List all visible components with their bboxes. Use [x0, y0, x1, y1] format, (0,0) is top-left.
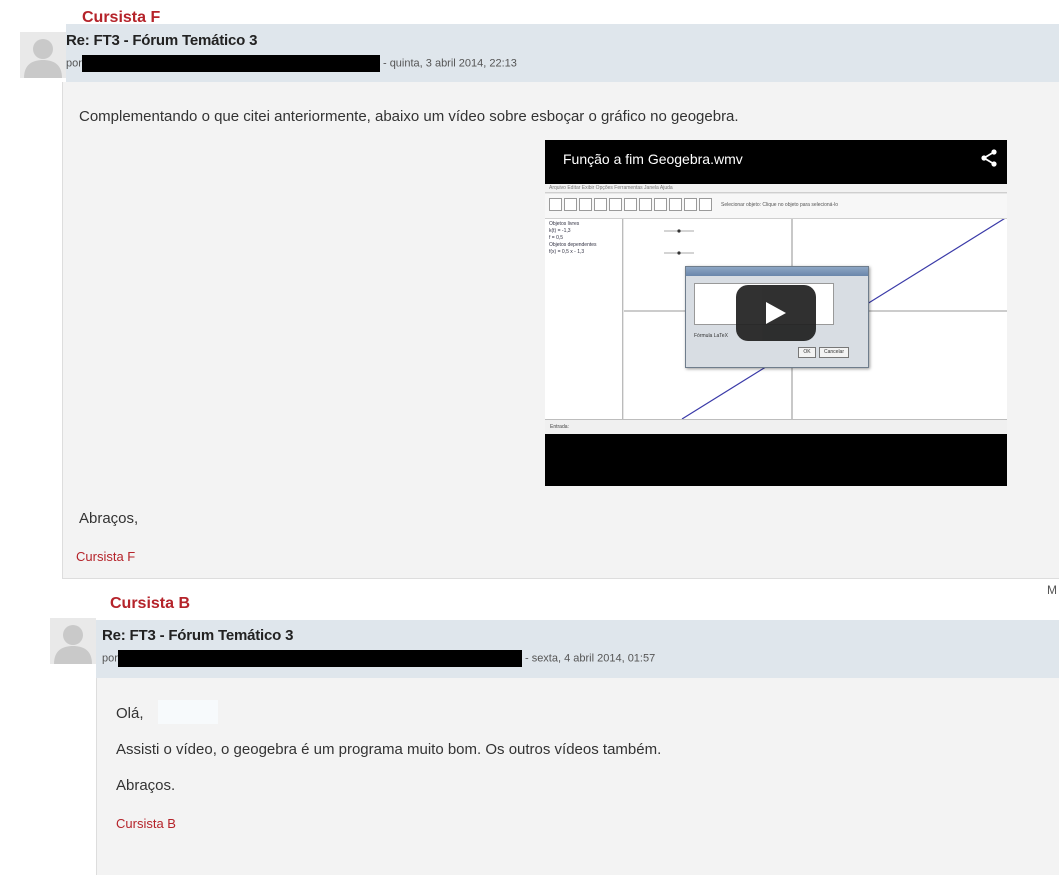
share-icon[interactable] [981, 149, 997, 167]
post-signature[interactable]: Cursista F [76, 549, 135, 564]
post-subject[interactable]: Re: FT3 - Fórum Temático 3 [102, 627, 293, 644]
redacted-author-name [81, 55, 380, 72]
redacted-recipient-name [158, 700, 218, 724]
post-byline: por - quinta, 3 abril 2014, 22:13 [66, 55, 517, 72]
post-date: - sexta, 4 abril 2014, 01:57 [524, 652, 656, 665]
user-avatar[interactable] [20, 32, 66, 78]
dialog-ok-button: OK [798, 347, 816, 358]
play-icon [766, 302, 786, 324]
post-header: Re: FT3 - Fórum Temático 3 por - sexta, … [96, 620, 1059, 679]
algebra-line: Objetos livres [549, 221, 580, 227]
user-avatar[interactable] [50, 618, 96, 664]
tool-icon [654, 198, 667, 211]
forum-thread: Cursista F Re: FT3 - Fórum Temático 3 po… [0, 0, 1059, 875]
post-paragraph: Complementando o que citei anteriormente… [79, 108, 739, 125]
post-header: Re: FT3 - Fórum Temático 3 por - quinta,… [66, 24, 1059, 83]
video-embed[interactable]: Função a fim Geogebra.wmv Arquivo Editar… [545, 140, 1007, 486]
tool-icon [684, 198, 697, 211]
tool-icon [699, 198, 712, 211]
geogebra-input-bar: Entrada: [545, 419, 1007, 434]
truncated-link[interactable]: M [1047, 583, 1057, 597]
algebra-line: k(t) = -1,3 [549, 228, 571, 234]
geogebra-menu: Arquivo Editar Exibir Opções Ferramentas… [545, 184, 1007, 193]
tool-icon [594, 198, 607, 211]
dialog-cancel-button: Cancelar [819, 347, 849, 358]
post-author-tag: Cursista B [106, 594, 195, 614]
algebra-line: f(x) = 0,5 x - 1,3 [549, 249, 585, 255]
play-button[interactable] [736, 285, 816, 341]
post-subject[interactable]: Re: FT3 - Fórum Temático 3 [66, 32, 257, 49]
post-paragraph: Olá, [116, 705, 144, 722]
user-silhouette-icon [20, 32, 66, 78]
algebra-line: f = 0,5 [549, 235, 564, 241]
user-silhouette-icon [50, 618, 96, 664]
tool-icon [639, 198, 652, 211]
post-body [96, 678, 1059, 875]
post-date: - quinta, 3 abril 2014, 22:13 [382, 57, 517, 70]
dialog-checkbox: Fórmula LaTeX [694, 333, 728, 339]
tool-icon [549, 198, 562, 211]
dialog-titlebar [686, 267, 868, 276]
tool-icon [624, 198, 637, 211]
tool-icon [564, 198, 577, 211]
post-signature[interactable]: Cursista B [116, 816, 176, 831]
algebra-line: Objetos dependentes [549, 242, 597, 248]
byline-prefix: por [102, 652, 118, 665]
video-title[interactable]: Função a fim Geogebra.wmv [563, 151, 743, 167]
geogebra-algebra-view: Objetos livres k(t) = -1,3 f = 0,5 Objet… [545, 219, 623, 419]
tool-icon [609, 198, 622, 211]
post-byline: por - sexta, 4 abril 2014, 01:57 [102, 650, 655, 667]
geogebra-toolbar: Selecionar objeto: Clique no objeto para… [545, 194, 1007, 219]
tool-icon [669, 198, 682, 211]
geogebra-hint: Selecionar objeto: Clique no objeto para… [721, 202, 839, 208]
post-paragraph: Abraços. [116, 777, 176, 794]
post-closing: Abraços, [79, 510, 139, 527]
redacted-author-name [117, 650, 522, 667]
post-paragraph: Assisti o vídeo, o geogebra é um program… [116, 741, 662, 758]
byline-prefix: por [66, 57, 82, 70]
tool-icon [579, 198, 592, 211]
